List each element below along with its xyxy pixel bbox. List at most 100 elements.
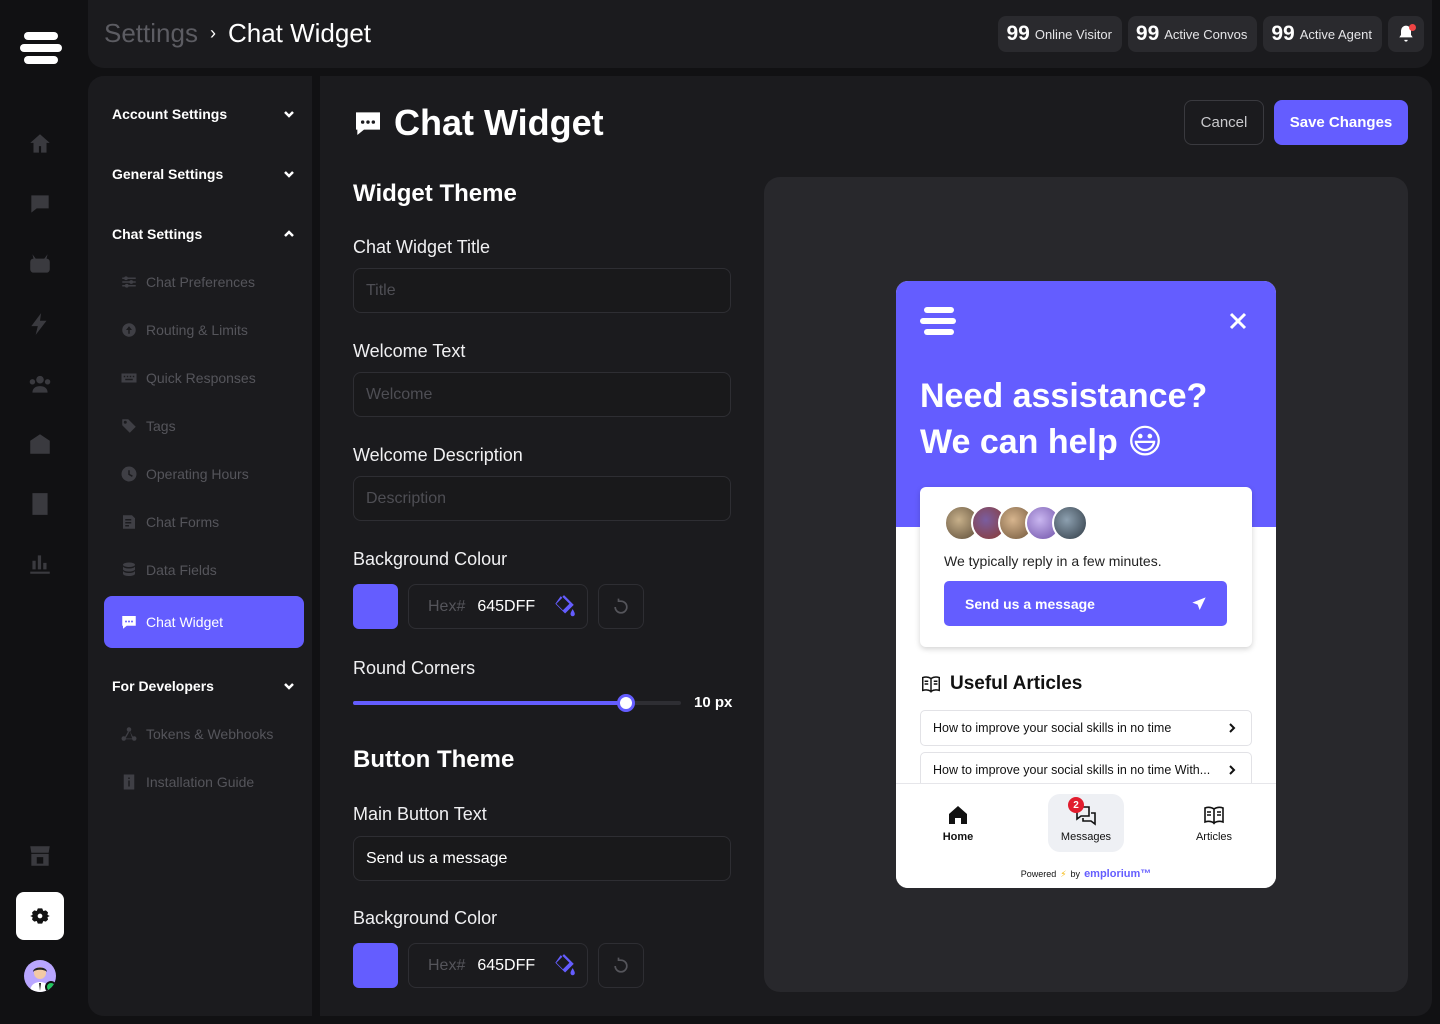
- tag-icon: [122, 419, 136, 433]
- reset-button-colour-button[interactable]: [598, 943, 644, 988]
- breadcrumb-parent[interactable]: Settings: [104, 18, 198, 49]
- nav-group-label: Chat Settings: [112, 226, 203, 242]
- settings-button[interactable]: [16, 892, 64, 940]
- nav-item-tags[interactable]: Tags: [120, 414, 176, 438]
- settings-nav: Account Settings General Settings Chat S…: [88, 76, 320, 1016]
- gear-icon: [30, 908, 50, 924]
- stat-active-agent[interactable]: 99 Active Agent: [1263, 16, 1382, 52]
- cancel-button[interactable]: Cancel: [1184, 100, 1264, 145]
- background-colour-swatch[interactable]: [353, 584, 398, 629]
- nav-item-installation-guide[interactable]: Installation Guide: [120, 770, 254, 794]
- stat-value: 99: [1006, 22, 1030, 45]
- widget-tab-articles[interactable]: Articles: [1176, 794, 1252, 852]
- nav-item-tokens-webhooks[interactable]: Tokens & Webhooks: [120, 722, 273, 746]
- avatar[interactable]: [24, 960, 56, 992]
- nav-group-general-settings[interactable]: General Settings: [112, 162, 296, 186]
- slider-fill: [353, 701, 626, 705]
- guide-icon: [123, 774, 135, 790]
- message-count-badge: 2: [1068, 797, 1084, 813]
- nav-group-chat-settings[interactable]: Chat Settings: [112, 222, 296, 246]
- button-hex-field[interactable]: Hex# 645DFF: [408, 943, 588, 988]
- nav-item-chat-preferences[interactable]: Chat Preferences: [120, 270, 255, 294]
- button-colour-swatch[interactable]: [353, 943, 398, 988]
- stat-label: Online Visitor: [1034, 26, 1112, 42]
- article-title: How to improve your social skills in no …: [933, 763, 1211, 777]
- nav-item-routing-limits[interactable]: Routing & Limits: [120, 318, 248, 342]
- agent-avatars: [944, 505, 1088, 541]
- clock-icon: [121, 466, 137, 482]
- nav-item-data-fields[interactable]: Data Fields: [120, 558, 217, 582]
- bot-icon[interactable]: [26, 250, 54, 278]
- widget-tab-home[interactable]: Home: [920, 794, 996, 852]
- top-bar: Settings › Chat Widget 99 Online Visitor …: [88, 0, 1432, 68]
- tab-label: Messages: [1060, 831, 1112, 843]
- nav-item-label: Chat Widget: [146, 614, 224, 630]
- send-icon: [1192, 596, 1206, 610]
- round-corners-slider[interactable]: [353, 694, 681, 712]
- nav-group-for-developers[interactable]: For Developers: [112, 674, 296, 698]
- sliders-icon: [122, 276, 136, 288]
- background-hex-field[interactable]: Hex# 645DFF: [408, 584, 588, 629]
- home-icon[interactable]: [26, 130, 54, 158]
- widget-logo: [920, 305, 956, 337]
- widget-headline: Need assistance? We can help 😃: [920, 373, 1260, 465]
- hex-prefix: Hex#: [428, 597, 466, 615]
- stat-value: 99: [1135, 22, 1160, 45]
- nav-item-chat-forms[interactable]: Chat Forms: [120, 510, 219, 534]
- content-area: Chat Widget Cancel Save Changes Widget T…: [328, 76, 1432, 1016]
- nav-group-account-settings[interactable]: Account Settings: [112, 102, 296, 126]
- brand-name[interactable]: emplorium™: [1084, 868, 1151, 880]
- welcome-text-input[interactable]: [353, 372, 731, 417]
- store-icon[interactable]: [26, 842, 54, 870]
- nav-item-label: Tokens & Webhooks: [146, 726, 274, 742]
- breadcrumb-separator: ›: [209, 23, 216, 43]
- automation-icon[interactable]: [26, 310, 54, 338]
- document-icon[interactable]: [26, 490, 54, 518]
- paint-bucket-icon[interactable]: [551, 953, 577, 979]
- chat-icon[interactable]: [26, 190, 54, 218]
- send-message-button[interactable]: Send us a message: [944, 581, 1227, 626]
- chevron-right-icon: [1229, 765, 1236, 775]
- article-item[interactable]: How to improve your social skills in no …: [920, 710, 1252, 746]
- hex-value: 645DFF: [477, 956, 536, 974]
- nav-item-quick-responses[interactable]: Quick Responses: [120, 366, 256, 390]
- articles-title: Useful Articles: [950, 673, 1083, 694]
- save-changes-button[interactable]: Save Changes: [1274, 100, 1408, 145]
- nav-item-chat-widget[interactable]: Chat Widget: [104, 596, 304, 648]
- office-icon[interactable]: [26, 430, 54, 458]
- nav-item-operating-hours[interactable]: Operating Hours: [120, 462, 249, 486]
- slider-knob[interactable]: [617, 694, 635, 712]
- routing-icon: [122, 323, 136, 337]
- notifications-button[interactable]: [1388, 16, 1424, 52]
- chevron-down-icon: [284, 111, 294, 118]
- welcome-text-label: Welcome Text: [353, 341, 466, 361]
- main-button-text-input[interactable]: [353, 836, 731, 881]
- powered-by-footer: Powered ⚡ by emplorium™: [896, 868, 1276, 880]
- close-icon[interactable]: [1228, 311, 1248, 331]
- widget-title-input[interactable]: [353, 268, 731, 313]
- chevron-down-icon: [284, 171, 294, 178]
- widget-tab-messages[interactable]: Messages 2: [1048, 794, 1124, 852]
- main-button-text-label: Main Button Text: [353, 804, 487, 824]
- chat-widget-preview: Need assistance? We can help 😃 We typica…: [896, 281, 1276, 888]
- team-icon[interactable]: [26, 370, 54, 398]
- widget-preview-area: Need assistance? We can help 😃 We typica…: [764, 177, 1408, 992]
- nav-item-label: Operating Hours: [146, 466, 249, 482]
- round-corners-label: Round Corners: [353, 658, 476, 678]
- analytics-icon[interactable]: [26, 550, 54, 578]
- widget-bottom-nav: Home Messages 2 Articles Powered ⚡ by em…: [896, 783, 1276, 888]
- paint-bucket-icon[interactable]: [551, 594, 577, 620]
- app-logo[interactable]: [18, 28, 62, 68]
- chat-widget-icon: [122, 616, 136, 629]
- background-colour-label: Background Colour: [353, 549, 508, 569]
- nav-item-label: Installation Guide: [146, 774, 255, 790]
- stat-online-visitor[interactable]: 99 Online Visitor: [998, 16, 1122, 52]
- welcome-description-input[interactable]: [353, 476, 731, 521]
- nav-item-label: Data Fields: [146, 562, 217, 578]
- nav-group-label: For Developers: [112, 678, 214, 694]
- hex-value: 645DFF: [477, 597, 536, 615]
- headline-line-2: We can help 😃: [920, 419, 1260, 465]
- reset-background-button[interactable]: [598, 584, 644, 629]
- nav-item-label: Quick Responses: [146, 370, 256, 386]
- stat-active-convos[interactable]: 99 Active Convos: [1127, 16, 1258, 52]
